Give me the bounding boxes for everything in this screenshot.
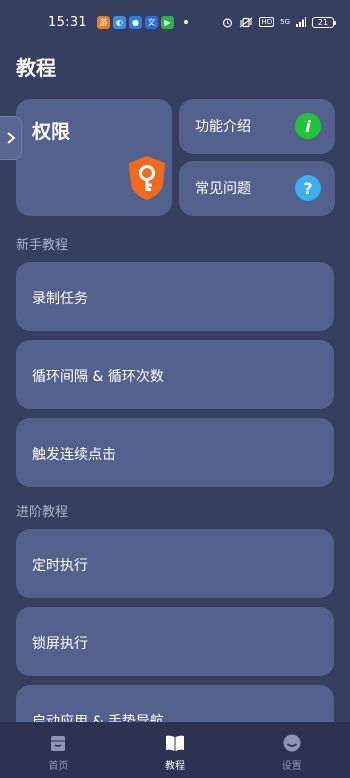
faq-card[interactable]: 常见问题 ? [179, 161, 335, 216]
home-icon [51, 736, 66, 751]
page-title: 教程 [16, 56, 56, 80]
status-bar: 15:31 游 ◐ ● 文 ▶ HD 5G 21 [0, 0, 350, 44]
nav-tutorial-label: 教程 [165, 761, 185, 772]
alarm-icon [223, 17, 233, 27]
app-icon-2: ◐ [112, 15, 126, 29]
status-time: 15:31 [48, 14, 87, 30]
info-icon: i [295, 113, 321, 139]
vibrate-off-icon [240, 17, 253, 27]
book-icon [166, 735, 184, 751]
faq-label: 常见问题 [195, 181, 251, 197]
notification-icons: 游 ◐ ● 文 ▶ [96, 15, 174, 29]
signal-icon [296, 17, 306, 27]
translate-app-icon: 文 [144, 15, 158, 29]
list-item-label: 锁屏执行 [32, 636, 88, 652]
hd-icon: HD [259, 17, 275, 27]
settings-face-icon [283, 734, 301, 752]
network-type: 5G [280, 18, 290, 26]
nav-home[interactable]: 首页 [0, 722, 117, 778]
status-right: HD 5G 21 [222, 16, 336, 28]
section-title-beginner: 新手教程 [16, 238, 69, 253]
nav-settings-label: 设置 [281, 761, 302, 772]
game-app-icon: 游 [96, 15, 110, 29]
app-icon-3: ● [128, 15, 142, 29]
list-item-label: 定时执行 [32, 558, 88, 574]
key-shield-icon [129, 156, 165, 200]
tutorial-lock-screen[interactable]: 锁屏执行 [16, 607, 334, 676]
feature-intro-card[interactable]: 功能介绍 i [179, 99, 335, 154]
more-notifications-dot [183, 20, 188, 24]
permissions-card[interactable]: 权限 [16, 99, 172, 216]
tutorial-record-task[interactable]: 录制任务 [16, 262, 334, 331]
bottom-nav: 首页 教程 设置 [0, 722, 350, 778]
list-item-label: 触发连续点击 [32, 447, 116, 463]
chevron-right-icon [6, 132, 15, 144]
play-app-icon: ▶ [160, 15, 174, 29]
side-expand-tab[interactable] [0, 116, 22, 160]
battery-icon: 21 [312, 16, 336, 28]
tutorial-scheduled[interactable]: 定时执行 [16, 529, 334, 598]
tutorial-loop-interval[interactable]: 循环间隔 & 循环次数 [16, 340, 334, 409]
permissions-label: 权限 [32, 121, 71, 143]
tutorial-continuous-click[interactable]: 触发连续点击 [16, 418, 334, 487]
nav-settings[interactable]: 设置 [233, 722, 350, 778]
section-title-advanced: 进阶教程 [16, 505, 69, 520]
nav-tutorial[interactable]: 教程 [117, 722, 234, 778]
list-item-label: 录制任务 [32, 291, 88, 307]
question-icon: ? [295, 175, 321, 201]
list-item-label: 循环间隔 & 循环次数 [32, 369, 164, 385]
nav-home-label: 首页 [48, 761, 69, 772]
feature-intro-label: 功能介绍 [195, 119, 251, 135]
